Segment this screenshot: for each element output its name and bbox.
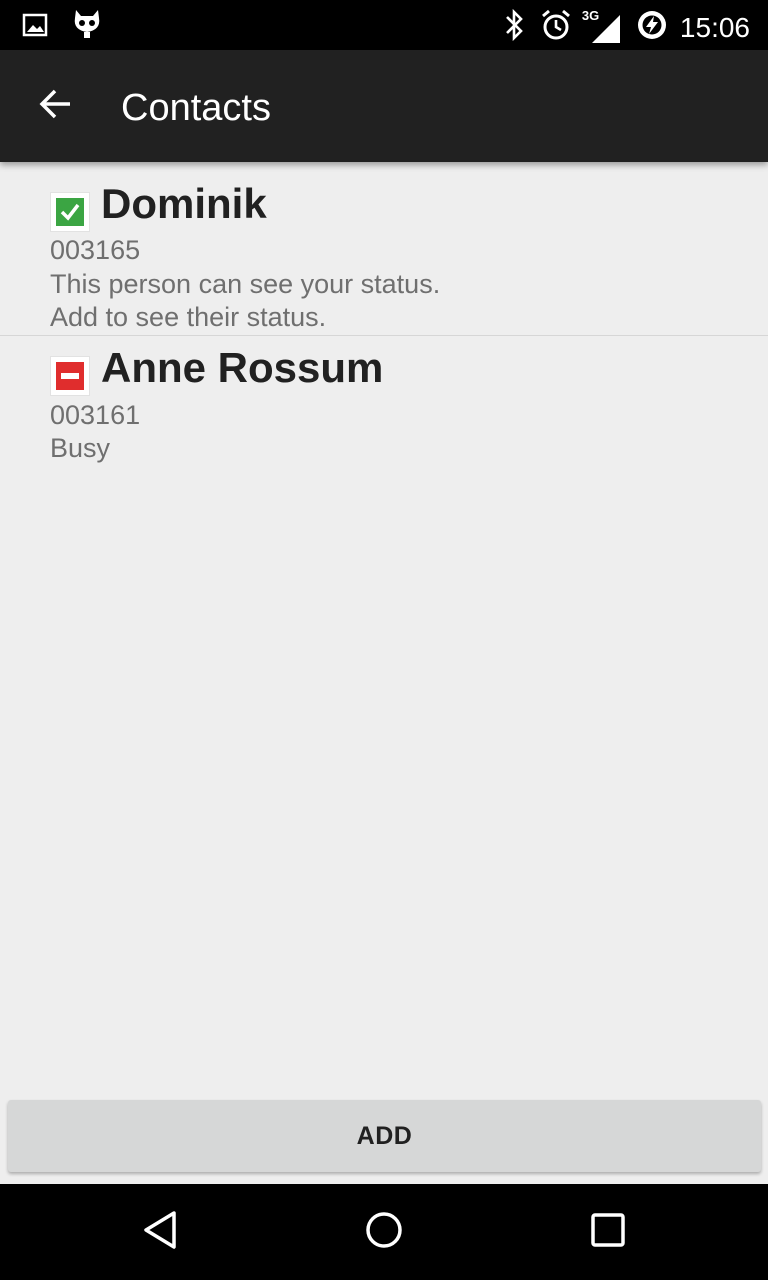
back-button[interactable] (26, 76, 86, 136)
check-icon (56, 198, 84, 226)
contact-list: Dominik 003165 This person can see your … (0, 162, 768, 476)
image-notification-icon (22, 11, 50, 44)
contact-number: 003165 (50, 235, 141, 265)
recents-square-icon (590, 1212, 626, 1253)
contact-status-indicator (50, 356, 90, 396)
nav-back-button[interactable] (130, 1202, 190, 1262)
nav-home-button[interactable] (354, 1202, 414, 1262)
bluetooth-icon (502, 8, 526, 47)
page-title: Contacts (121, 87, 271, 129)
home-circle-icon (364, 1210, 404, 1255)
battery-charging-icon (636, 8, 668, 47)
nav-recents-button[interactable] (578, 1202, 638, 1262)
back-triangle-icon (140, 1209, 180, 1256)
contact-name: Anne Rossum (101, 344, 384, 391)
app-bar: Contacts (0, 50, 768, 162)
network-type-label: 3G (581, 7, 600, 23)
contact-number: 003161 (50, 400, 141, 430)
screen: 3G 15:06 Contacts Dominik 003165 This pe… (0, 0, 768, 1280)
clock: 15:06 (679, 11, 750, 43)
contact-status-text: This person can see your status. (50, 269, 441, 299)
alarm-icon (540, 8, 572, 47)
contact-status-indicator (50, 192, 90, 232)
arrow-left-icon (38, 86, 74, 127)
busy-icon (56, 362, 84, 390)
add-button[interactable]: ADD (8, 1100, 761, 1172)
status-bar: 3G 15:06 (0, 0, 768, 50)
contact-name: Dominik (101, 180, 267, 227)
navigation-bar (0, 1184, 768, 1280)
contact-status-text: Add to see their status. (50, 302, 327, 332)
status-bar-left (22, 8, 124, 47)
signal-3g-icon: 3G (582, 8, 622, 45)
contact-item-dominik[interactable]: Dominik 003165 This person can see your … (0, 162, 768, 336)
contact-item-anne-rossum[interactable]: Anne Rossum 003161 Busy (0, 336, 768, 476)
status-bar-right: 3G 15:06 (488, 8, 750, 47)
cyanogen-mascot-icon (72, 8, 102, 47)
contact-status-text: Busy (50, 433, 111, 463)
